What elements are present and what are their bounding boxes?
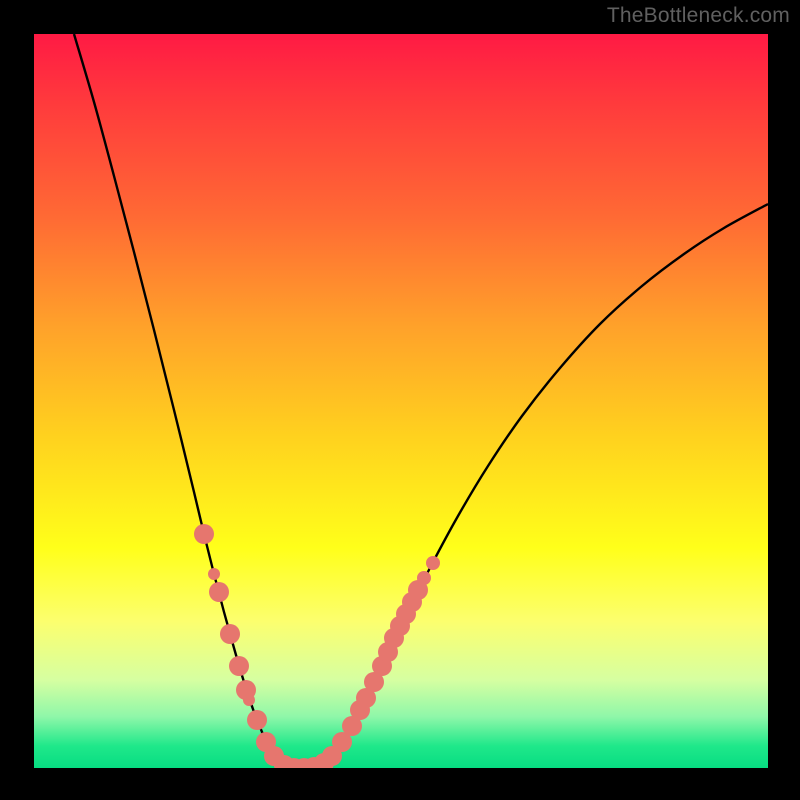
bottleneck-curve [74,34,768,768]
overlay-dot [243,694,255,706]
watermark-text: TheBottleneck.com [607,4,790,28]
overlay-dot [208,568,220,580]
overlay-dot [327,747,341,761]
chart-root: TheBottleneck.com [0,0,800,800]
overlay-dot [194,524,214,544]
curve-layer [34,34,768,768]
overlay-dots [194,524,440,768]
plot-area [34,34,768,768]
overlay-dot [220,624,240,644]
overlay-dot [209,582,229,602]
overlay-dot [229,656,249,676]
overlay-dot [426,556,440,570]
overlay-dot [417,571,431,585]
overlay-dot [247,710,267,730]
